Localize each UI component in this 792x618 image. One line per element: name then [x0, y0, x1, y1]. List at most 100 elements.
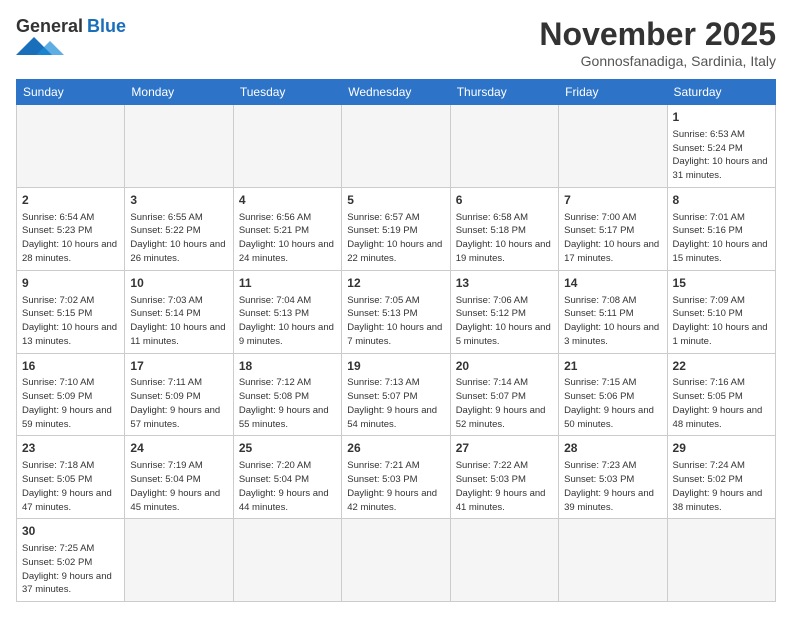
calendar-cell: 27 Sunrise: 7:22 AM Sunset: 5:03 PM Dayli… — [450, 436, 558, 519]
calendar-cell — [342, 105, 450, 188]
weekday-header-monday: Monday — [125, 80, 233, 105]
day-number: 13 — [456, 275, 553, 292]
day-number: 15 — [673, 275, 770, 292]
calendar-cell: 20Sunrise: 7:14 AM Sunset: 5:07 PM Dayli… — [450, 353, 558, 436]
calendar-cell: 18Sunrise: 7:12 AM Sunset: 5:08 PM Dayli… — [233, 353, 341, 436]
day-number: 4 — [239, 192, 336, 209]
day-number: 30 — [22, 523, 119, 540]
day-info: Sunrise: 7:19 AM Sunset: 5:04 PM Dayligh… — [130, 459, 227, 514]
calendar-cell — [559, 105, 667, 188]
day-number: 2 — [22, 192, 119, 209]
day-info: Sunrise: 7:02 AM Sunset: 5:15 PM Dayligh… — [22, 294, 119, 349]
day-number: 29 — [673, 440, 770, 457]
day-info: Sunrise: 7:25 AM Sunset: 5:02 PM Dayligh… — [22, 542, 119, 597]
calendar-cell — [559, 519, 667, 602]
day-info: Sunrise: 7:14 AM Sunset: 5:07 PM Dayligh… — [456, 376, 553, 431]
calendar-cell: 22Sunrise: 7:16 AM Sunset: 5:05 PM Dayli… — [667, 353, 775, 436]
calendar-cell: 4 Sunrise: 6:56 AM Sunset: 5:21 PM Daylig… — [233, 187, 341, 270]
logo-blue-text: Blue — [87, 16, 126, 37]
day-number: 14 — [564, 275, 661, 292]
day-number: 11 — [239, 275, 336, 292]
day-info: Sunrise: 7:05 AM Sunset: 5:13 PM Dayligh… — [347, 294, 444, 349]
calendar-cell: 3 Sunrise: 6:55 AM Sunset: 5:22 PM Daylig… — [125, 187, 233, 270]
weekday-header-wednesday: Wednesday — [342, 80, 450, 105]
day-number: 21 — [564, 358, 661, 375]
calendar-cell: 26Sunrise: 7:21 AM Sunset: 5:03 PM Dayli… — [342, 436, 450, 519]
calendar-cell: 23 Sunrise: 7:18 AM Sunset: 5:05 PM Dayli… — [17, 436, 125, 519]
calendar-week-row: 9 Sunrise: 7:02 AM Sunset: 5:15 PM Daylig… — [17, 270, 776, 353]
day-info: Sunrise: 7:03 AM Sunset: 5:14 PM Dayligh… — [130, 294, 227, 349]
day-info: Sunrise: 7:09 AM Sunset: 5:10 PM Dayligh… — [673, 294, 770, 349]
day-info: Sunrise: 7:15 AM Sunset: 5:06 PM Dayligh… — [564, 376, 661, 431]
calendar-cell — [233, 105, 341, 188]
calendar-cell: 2Sunrise: 6:54 AM Sunset: 5:23 PM Daylig… — [17, 187, 125, 270]
calendar-week-row: 2Sunrise: 6:54 AM Sunset: 5:23 PM Daylig… — [17, 187, 776, 270]
calendar-cell: 5 Sunrise: 6:57 AM Sunset: 5:19 PM Daylig… — [342, 187, 450, 270]
calendar-cell: 19Sunrise: 7:13 AM Sunset: 5:07 PM Dayli… — [342, 353, 450, 436]
calendar-cell: 8Sunrise: 7:01 AM Sunset: 5:16 PM Daylig… — [667, 187, 775, 270]
calendar-cell — [342, 519, 450, 602]
calendar-week-row: 30 Sunrise: 7:25 AM Sunset: 5:02 PM Dayli… — [17, 519, 776, 602]
calendar-cell: 29Sunrise: 7:24 AM Sunset: 5:02 PM Dayli… — [667, 436, 775, 519]
day-info: Sunrise: 7:08 AM Sunset: 5:11 PM Dayligh… — [564, 294, 661, 349]
day-number: 9 — [22, 275, 119, 292]
calendar-cell: 13 Sunrise: 7:06 AM Sunset: 5:12 PM Dayli… — [450, 270, 558, 353]
weekday-header-friday: Friday — [559, 80, 667, 105]
weekday-header-row: SundayMondayTuesdayWednesdayThursdayFrid… — [17, 80, 776, 105]
calendar-cell — [17, 105, 125, 188]
title-area: November 2025 Gonnosfanadiga, Sardinia, … — [539, 16, 776, 69]
weekday-header-tuesday: Tuesday — [233, 80, 341, 105]
day-number: 24 — [130, 440, 227, 457]
day-info: Sunrise: 6:57 AM Sunset: 5:19 PM Dayligh… — [347, 211, 444, 266]
day-info: Sunrise: 7:20 AM Sunset: 5:04 PM Dayligh… — [239, 459, 336, 514]
logo-icon — [16, 37, 66, 55]
calendar-cell: 6Sunrise: 6:58 AM Sunset: 5:18 PM Daylig… — [450, 187, 558, 270]
calendar-cell: 9 Sunrise: 7:02 AM Sunset: 5:15 PM Daylig… — [17, 270, 125, 353]
day-info: Sunrise: 6:56 AM Sunset: 5:21 PM Dayligh… — [239, 211, 336, 266]
calendar-cell: 17Sunrise: 7:11 AM Sunset: 5:09 PM Dayli… — [125, 353, 233, 436]
day-number: 1 — [673, 109, 770, 126]
calendar-cell: 30 Sunrise: 7:25 AM Sunset: 5:02 PM Dayli… — [17, 519, 125, 602]
day-number: 17 — [130, 358, 227, 375]
day-info: Sunrise: 7:12 AM Sunset: 5:08 PM Dayligh… — [239, 376, 336, 431]
calendar-cell: 11 Sunrise: 7:04 AM Sunset: 5:13 PM Dayli… — [233, 270, 341, 353]
calendar-cell: 14 Sunrise: 7:08 AM Sunset: 5:11 PM Dayli… — [559, 270, 667, 353]
day-number: 8 — [673, 192, 770, 209]
logo-general-text: General — [16, 16, 83, 37]
calendar-cell — [667, 519, 775, 602]
calendar-cell: 25 Sunrise: 7:20 AM Sunset: 5:04 PM Dayli… — [233, 436, 341, 519]
calendar-cell: 24 Sunrise: 7:19 AM Sunset: 5:04 PM Dayli… — [125, 436, 233, 519]
calendar-cell: 10 Sunrise: 7:03 AM Sunset: 5:14 PM Dayli… — [125, 270, 233, 353]
day-info: Sunrise: 7:10 AM Sunset: 5:09 PM Dayligh… — [22, 376, 119, 431]
calendar-cell — [233, 519, 341, 602]
logo: General Blue — [16, 16, 126, 55]
day-number: 5 — [347, 192, 444, 209]
calendar-cell: 28 Sunrise: 7:23 AM Sunset: 5:03 PM Dayli… — [559, 436, 667, 519]
day-info: Sunrise: 7:18 AM Sunset: 5:05 PM Dayligh… — [22, 459, 119, 514]
day-number: 10 — [130, 275, 227, 292]
weekday-header-saturday: Saturday — [667, 80, 775, 105]
weekday-header-sunday: Sunday — [17, 80, 125, 105]
day-info: Sunrise: 6:53 AM Sunset: 5:24 PM Dayligh… — [673, 128, 770, 183]
day-number: 28 — [564, 440, 661, 457]
day-info: Sunrise: 7:00 AM Sunset: 5:17 PM Dayligh… — [564, 211, 661, 266]
day-number: 27 — [456, 440, 553, 457]
day-info: Sunrise: 7:06 AM Sunset: 5:12 PM Dayligh… — [456, 294, 553, 349]
day-number: 22 — [673, 358, 770, 375]
day-info: Sunrise: 7:23 AM Sunset: 5:03 PM Dayligh… — [564, 459, 661, 514]
day-number: 23 — [22, 440, 119, 457]
calendar-week-row: 23 Sunrise: 7:18 AM Sunset: 5:05 PM Dayli… — [17, 436, 776, 519]
calendar-cell: 7Sunrise: 7:00 AM Sunset: 5:17 PM Daylig… — [559, 187, 667, 270]
calendar-week-row: 1 Sunrise: 6:53 AM Sunset: 5:24 PM Daylig… — [17, 105, 776, 188]
calendar-table: SundayMondayTuesdayWednesdayThursdayFrid… — [16, 79, 776, 602]
calendar-cell — [125, 519, 233, 602]
page-header: General Blue November 2025 Gonnosfanadig… — [16, 16, 776, 69]
day-number: 3 — [130, 192, 227, 209]
calendar-cell — [125, 105, 233, 188]
calendar-week-row: 16Sunrise: 7:10 AM Sunset: 5:09 PM Dayli… — [17, 353, 776, 436]
day-info: Sunrise: 6:55 AM Sunset: 5:22 PM Dayligh… — [130, 211, 227, 266]
calendar-cell: 15 Sunrise: 7:09 AM Sunset: 5:10 PM Dayli… — [667, 270, 775, 353]
day-number: 25 — [239, 440, 336, 457]
day-info: Sunrise: 7:22 AM Sunset: 5:03 PM Dayligh… — [456, 459, 553, 514]
day-info: Sunrise: 7:04 AM Sunset: 5:13 PM Dayligh… — [239, 294, 336, 349]
